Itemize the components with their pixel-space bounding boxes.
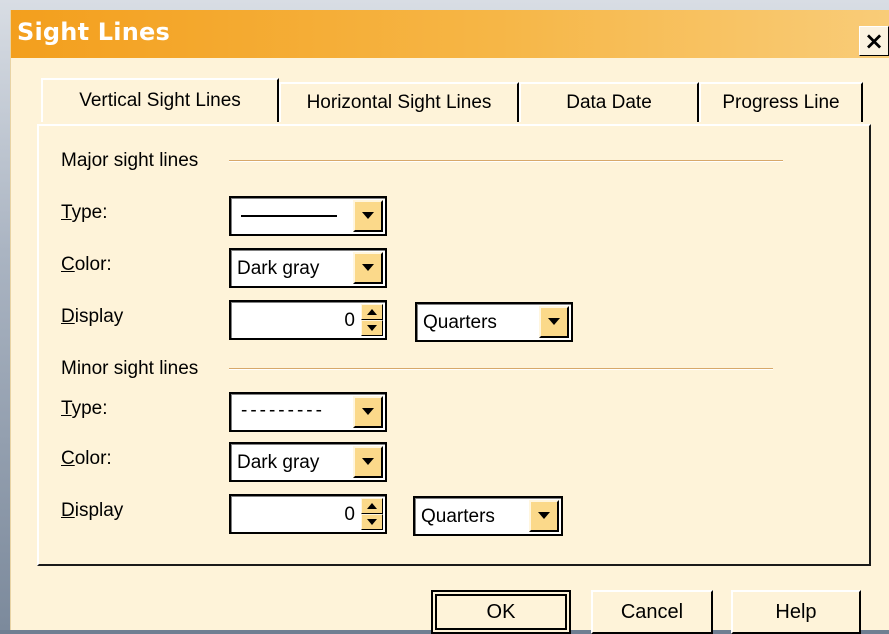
minor-type-select[interactable]: --------- <box>229 392 387 432</box>
major-display-value: 0 <box>344 310 355 331</box>
minor-display-unit-select[interactable]: Quarters <box>413 496 563 536</box>
tab-label: Data Date <box>566 92 652 113</box>
tab-label: Progress Line <box>722 92 840 113</box>
minor-display-value: 0 <box>344 504 355 525</box>
chevron-down-icon <box>538 512 550 519</box>
major-spin-down-button[interactable] <box>361 320 383 336</box>
major-display-label: Display <box>61 306 124 327</box>
arrow-down-icon <box>367 519 377 525</box>
tab-data-date[interactable]: Data Date <box>519 82 699 122</box>
minor-section-divider <box>229 368 773 370</box>
major-section-label: Major sight lines <box>61 150 199 171</box>
arrow-down-icon <box>367 325 377 331</box>
major-unit-dropdown-button[interactable] <box>539 306 569 338</box>
minor-spin-down-button[interactable] <box>361 514 383 530</box>
minor-color-value: Dark gray <box>237 452 320 473</box>
minor-display-unit-value: Quarters <box>421 506 495 527</box>
dashed-line-swatch: --------- <box>241 400 325 421</box>
tab-progress-line[interactable]: Progress Line <box>699 82 863 122</box>
title-bar[interactable]: Sight Lines <box>11 10 889 58</box>
solid-line-swatch <box>241 215 337 217</box>
major-color-dropdown-button[interactable] <box>353 252 383 284</box>
ok-button[interactable]: OK <box>431 590 571 634</box>
major-display-unit-select[interactable]: Quarters <box>415 302 573 342</box>
major-display-spinner[interactable]: 0 <box>229 300 387 340</box>
minor-display-label: Display <box>61 500 124 521</box>
help-button-label: Help <box>775 600 817 623</box>
tab-label: Horizontal Sight Lines <box>306 92 492 113</box>
minor-unit-dropdown-button[interactable] <box>529 500 559 532</box>
chevron-down-icon <box>362 408 374 415</box>
minor-color-label: Color: <box>61 448 112 469</box>
minor-type-dropdown-button[interactable] <box>353 396 383 428</box>
chevron-down-icon <box>548 318 560 325</box>
major-type-label: Type: <box>61 202 108 223</box>
tab-horizontal-sight-lines[interactable]: Horizontal Sight Lines <box>279 82 519 122</box>
chevron-down-icon <box>362 458 374 465</box>
help-button[interactable]: Help <box>731 590 861 634</box>
minor-type-label: Type: <box>61 398 108 419</box>
sight-lines-dialog: Sight Lines × Vertical Sight Lines Horiz… <box>10 10 889 634</box>
major-display-unit-value: Quarters <box>423 312 497 333</box>
major-spin-up-button[interactable] <box>361 304 383 320</box>
major-type-dropdown-button[interactable] <box>353 200 383 232</box>
major-color-label: Color: <box>61 254 112 275</box>
close-button[interactable]: × <box>859 26 889 56</box>
major-section-divider <box>229 160 783 162</box>
minor-color-dropdown-button[interactable] <box>353 446 383 478</box>
arrow-up-icon <box>367 309 377 315</box>
minor-section-label: Minor sight lines <box>61 358 199 379</box>
tab-label: Vertical Sight Lines <box>79 90 241 111</box>
minor-spin-up-button[interactable] <box>361 498 383 514</box>
cancel-button-label: Cancel <box>620 600 684 623</box>
close-icon: × <box>863 27 885 55</box>
tab-vertical-sight-lines[interactable]: Vertical Sight Lines <box>41 78 279 122</box>
dialog-title: Sight Lines <box>17 18 170 46</box>
tab-panel-vertical-sight-lines: Major sight lines Type: Color: Dark gray… <box>37 124 871 566</box>
chevron-down-icon <box>362 264 374 271</box>
major-type-select[interactable] <box>229 196 387 236</box>
minor-display-spinner[interactable]: 0 <box>229 494 387 534</box>
major-color-select[interactable]: Dark gray <box>229 248 387 288</box>
arrow-up-icon <box>367 503 377 509</box>
ok-button-label: OK <box>486 600 516 623</box>
cancel-button[interactable]: Cancel <box>591 590 713 634</box>
chevron-down-icon <box>362 212 374 219</box>
minor-color-select[interactable]: Dark gray <box>229 442 387 482</box>
major-color-value: Dark gray <box>237 258 320 279</box>
